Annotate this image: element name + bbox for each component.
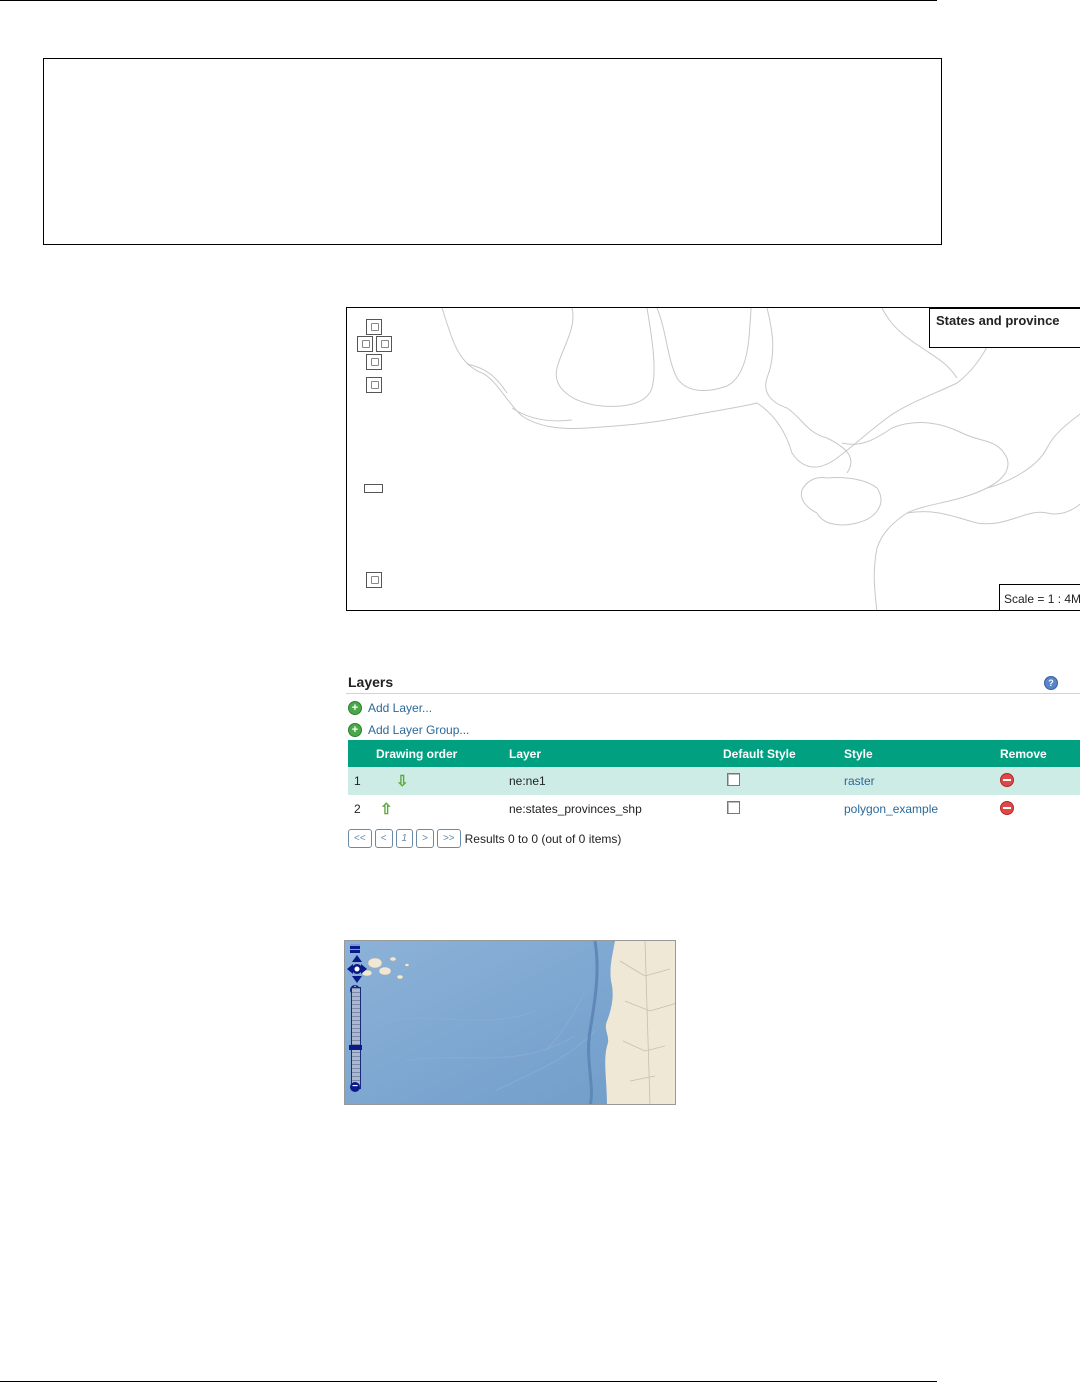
pagination: << < 1 > >> Results 0 to 0 (out of 0 ite… xyxy=(348,829,621,848)
table-row: 2 ⇧ ne:states_provinces_shp polygon_exam… xyxy=(348,795,1080,823)
current-page-button[interactable]: 1 xyxy=(395,829,414,848)
pan-right-icon[interactable] xyxy=(376,336,392,352)
zoom-slider-thumb[interactable] xyxy=(349,1045,362,1050)
move-down-icon[interactable]: ⇩ xyxy=(396,773,409,790)
col-layer[interactable]: Layer xyxy=(503,740,717,767)
last-page-button[interactable]: >> xyxy=(436,829,461,848)
zoom-out-icon[interactable] xyxy=(366,572,382,588)
map-preview[interactable]: States and province Scale = 1 : 4M xyxy=(346,307,1080,611)
empty-code-box xyxy=(43,58,942,245)
default-style-checkbox[interactable] xyxy=(727,773,740,786)
remove-icon[interactable] xyxy=(1000,772,1014,787)
basemap-image xyxy=(345,941,675,1104)
pan-left-icon[interactable] xyxy=(357,336,373,352)
col-drawing-order[interactable]: Drawing order xyxy=(370,740,503,767)
first-page-button[interactable]: << xyxy=(348,829,372,848)
add-layer-label: Add Layer... xyxy=(368,700,433,715)
row-order: 2 xyxy=(354,802,361,816)
coastline-map xyxy=(441,308,1080,610)
basemap-preview[interactable]: + − xyxy=(344,940,676,1105)
layer-name: ne:ne1 xyxy=(503,767,717,795)
layers-table: Drawing order Layer Default Style Style … xyxy=(348,740,1080,823)
prev-page-button[interactable]: < xyxy=(374,829,393,848)
add-icon: + xyxy=(348,700,362,715)
top-rule xyxy=(0,0,937,1)
next-page-button[interactable]: > xyxy=(416,829,434,848)
pan-down-icon[interactable] xyxy=(366,354,382,370)
legend-title: States and province xyxy=(929,308,1080,348)
layers-heading: Layers xyxy=(346,672,1080,694)
layers-panel: Layers ? + Add Layer... + Add Layer Grou… xyxy=(346,672,1080,848)
col-remove[interactable]: Remove xyxy=(994,740,1080,767)
move-up-icon[interactable]: ⇧ xyxy=(380,801,393,818)
style-link[interactable]: raster xyxy=(844,774,875,788)
add-layer-group-link[interactable]: + Add Layer Group... xyxy=(348,721,1080,738)
layer-name: ne:states_provinces_shp xyxy=(509,802,642,816)
add-layer-group-label: Add Layer Group... xyxy=(368,722,470,737)
results-text: Results 0 to 0 (out of 0 items) xyxy=(464,831,622,846)
col-style[interactable]: Style xyxy=(838,740,994,767)
zoom-out-icon[interactable]: − xyxy=(350,1082,360,1092)
scale-readout: Scale = 1 : 4M xyxy=(999,584,1080,610)
add-layer-link[interactable]: + Add Layer... xyxy=(348,699,1080,716)
pan-up-icon[interactable] xyxy=(366,319,382,335)
pan-control-icon[interactable] xyxy=(347,955,367,983)
layer-switcher-icon[interactable] xyxy=(350,944,360,953)
remove-icon[interactable] xyxy=(1000,800,1014,815)
zoom-level-bar[interactable] xyxy=(364,484,383,493)
help-icon[interactable]: ? xyxy=(1044,676,1058,690)
col-default-style[interactable]: Default Style xyxy=(717,740,838,767)
style-link[interactable]: polygon_example xyxy=(844,802,938,816)
default-style-checkbox[interactable] xyxy=(727,801,740,814)
row-order: 1 xyxy=(348,767,370,795)
zoom-slider[interactable] xyxy=(351,987,361,1089)
table-header: Drawing order Layer Default Style Style … xyxy=(348,740,1080,767)
zoom-in-icon[interactable] xyxy=(366,377,382,393)
add-icon: + xyxy=(348,722,362,737)
table-row: 1 ⇩ ne:ne1 raster xyxy=(348,767,1080,795)
